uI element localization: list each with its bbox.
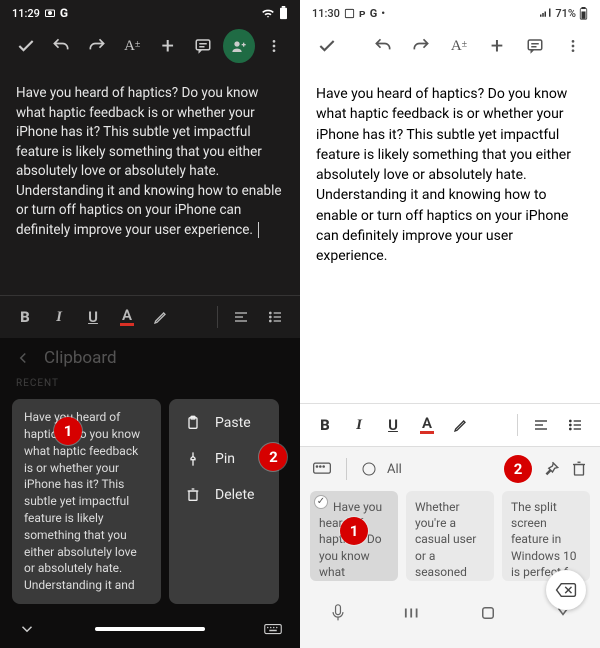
share-button[interactable] (223, 29, 255, 63)
dot-icon: • (381, 7, 385, 20)
battery-icon (279, 6, 288, 20)
keyboard-icon[interactable] (264, 622, 282, 636)
back-icon[interactable] (14, 349, 32, 367)
document-text: Have you heard of haptics? Do you know w… (316, 86, 571, 264)
document-text: Have you heard of haptics? Do you know w… (16, 85, 282, 238)
insert-button[interactable]: + (152, 29, 184, 63)
battery-icon (579, 7, 588, 20)
clipboard-panel: All 2 ✓ Have you heard of haptics? Do yo… (300, 446, 600, 648)
clipboard-item-text: The split screen feature in Windows 10 i… (511, 500, 578, 579)
undo-button[interactable] (366, 29, 400, 63)
battery-percent: 71% (555, 7, 576, 20)
done-check-button[interactable] (310, 29, 344, 63)
clipboard-entry[interactable]: Have you heard of haptics? Do you know w… (12, 399, 161, 604)
list-button[interactable] (560, 410, 590, 440)
status-bar-left: 11:29 G (0, 0, 300, 24)
clipboard-entry-text: Have you heard of haptics? Do you know w… (24, 410, 140, 592)
image-icon (344, 8, 355, 19)
clipboard-context-menu: Paste Pin 2 Delete (169, 399, 279, 604)
context-pin-label: Pin (215, 451, 235, 467)
bold-button[interactable]: B (310, 410, 340, 440)
text-format-button[interactable]: A± (117, 29, 149, 63)
context-delete[interactable]: Delete (169, 477, 279, 513)
undo-button[interactable] (46, 29, 78, 63)
signal-icon (540, 8, 552, 18)
align-button[interactable] (226, 302, 256, 332)
pin-icon[interactable] (542, 460, 560, 478)
keyboard-dock (0, 612, 300, 648)
bold-button[interactable]: B (10, 302, 40, 332)
clipboard-item[interactable]: ✓ Have you heard of haptics? Do you know… (310, 491, 398, 581)
google-g-icon: G (60, 6, 68, 20)
highlight-button[interactable] (446, 410, 476, 440)
done-check-button[interactable] (10, 29, 42, 63)
pi-icon: ᴘ (359, 7, 366, 20)
status-time: 11:29 (12, 7, 40, 20)
context-paste[interactable]: Paste (169, 405, 279, 441)
editor-toolbar: A± + (0, 24, 300, 68)
redo-button[interactable] (404, 29, 438, 63)
comment-button[interactable] (188, 29, 220, 63)
text-format-button[interactable]: A± (442, 29, 476, 63)
context-pin[interactable]: Pin 2 (169, 441, 279, 477)
wifi-icon (261, 7, 275, 19)
delete-icon[interactable] (570, 460, 588, 478)
keyboard-toggle-icon[interactable] (312, 461, 332, 477)
context-paste-label: Paste (215, 415, 251, 431)
format-toolbar: B I U A (0, 295, 300, 338)
clipboard-item-text: Whether you're a casual user or a season… (415, 500, 476, 581)
editor-toolbar: A± + (300, 24, 600, 68)
callout-1: 1 (340, 517, 368, 545)
nav-home[interactable] (466, 601, 510, 625)
status-time: 11:30 (312, 7, 340, 20)
backspace-fab[interactable] (546, 570, 586, 610)
comment-button[interactable] (518, 29, 552, 63)
format-toolbar: B I U A (300, 403, 600, 446)
document-body[interactable]: Have you heard of haptics? Do you know w… (0, 68, 300, 241)
redo-button[interactable] (81, 29, 113, 63)
callout-2: 2 (504, 455, 532, 483)
more-button[interactable] (556, 29, 590, 63)
more-button[interactable] (259, 29, 291, 63)
select-all-label[interactable]: All (387, 462, 402, 477)
insert-button[interactable]: + (480, 29, 514, 63)
status-bar-right: 11:30 ᴘ G • 71% (300, 0, 600, 24)
underline-button[interactable]: U (378, 410, 408, 440)
text-color-button[interactable]: A (112, 302, 142, 332)
collapse-icon[interactable] (18, 620, 36, 638)
check-circle-icon: ✓ (314, 495, 328, 509)
italic-button[interactable]: I (44, 302, 74, 332)
nav-recents[interactable] (391, 601, 435, 625)
highlight-button[interactable] (146, 302, 176, 332)
clipboard-section-label: RECENT (0, 378, 300, 393)
italic-button[interactable]: I (344, 410, 374, 440)
clipboard-item[interactable]: Whether you're a casual user or a season… (406, 491, 494, 581)
align-button[interactable] (526, 410, 556, 440)
gesture-handle[interactable] (95, 627, 205, 631)
clipboard-item[interactable]: The split screen feature in Windows 10 i… (502, 491, 590, 581)
callout-1: 1 (54, 417, 82, 445)
document-body[interactable]: Have you heard of haptics? Do you know w… (300, 68, 600, 267)
clipboard-title: Clipboard (44, 348, 117, 368)
text-cursor (258, 222, 262, 238)
mic-icon[interactable] (316, 601, 360, 625)
select-all-radio[interactable] (361, 461, 377, 477)
context-delete-label: Delete (215, 487, 254, 503)
camera-icon (44, 7, 56, 19)
list-button[interactable] (260, 302, 290, 332)
google-g-icon: G (370, 7, 378, 20)
text-color-button[interactable]: A (412, 410, 442, 440)
callout-2: 2 (259, 443, 287, 471)
clipboard-panel: Clipboard RECENT Have you heard of hapti… (0, 338, 300, 648)
underline-button[interactable]: U (78, 302, 108, 332)
